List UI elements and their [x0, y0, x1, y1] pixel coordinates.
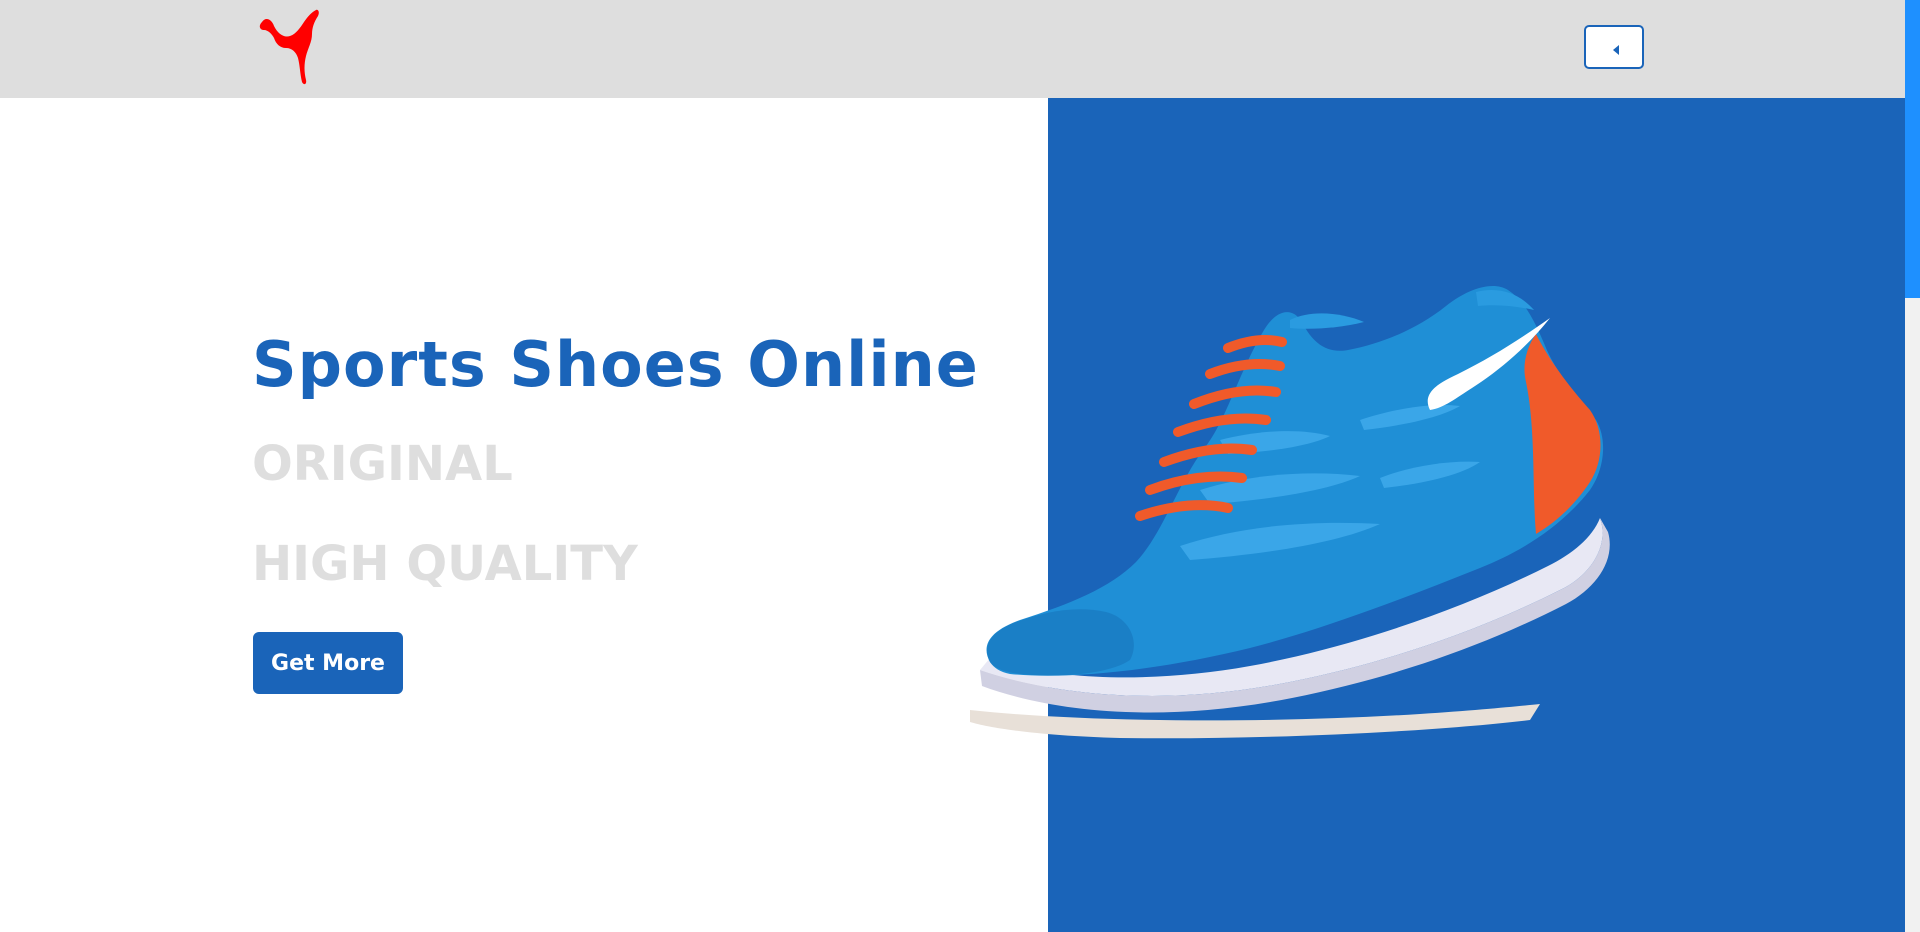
caret-left-icon	[1613, 45, 1619, 55]
hero-tagline-quality: HIGH QUALITY	[252, 536, 638, 592]
landing-page: Sports Shoes Online ORIGINAL HIGH QUALIT…	[0, 0, 1920, 932]
scrollbar-thumb[interactable]	[1905, 0, 1920, 298]
hero-tagline-original: ORIGINAL	[252, 436, 513, 492]
running-shoe-image	[970, 285, 1610, 739]
shoe-shadow	[970, 704, 1540, 739]
hero-title: Sports Shoes Online	[252, 328, 979, 401]
site-header	[0, 0, 1905, 98]
get-more-button[interactable]: Get More	[253, 632, 403, 694]
menu-toggle-button[interactable]	[1584, 25, 1644, 69]
shoe-toe	[987, 609, 1134, 676]
puma-logo-icon[interactable]	[256, 8, 324, 88]
shoe-heel-panel	[1524, 334, 1601, 534]
